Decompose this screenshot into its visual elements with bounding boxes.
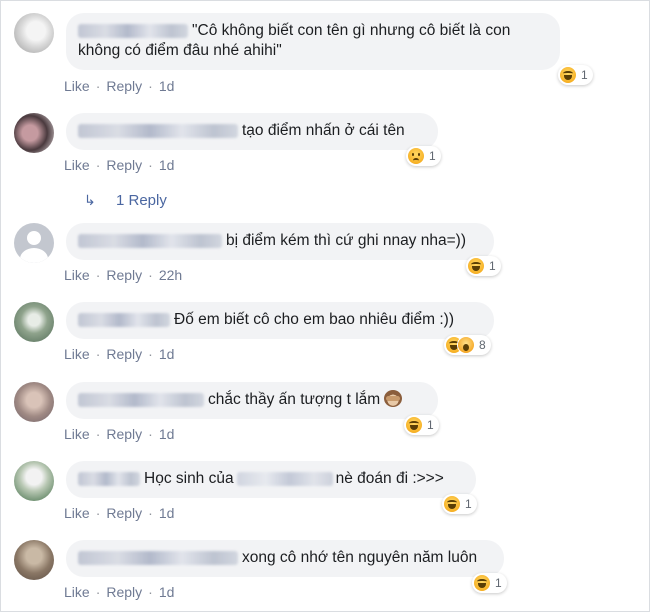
haha-reaction-icon [406, 417, 422, 433]
comment-bubble: xong cô nhớ tên nguyên năm luôn [66, 540, 504, 577]
reply-arrow-icon: ↳ [84, 192, 96, 208]
reaction-summary[interactable]: 1 [558, 65, 593, 85]
like-button[interactable]: Like [64, 505, 90, 521]
comment-actions: Like · Reply · 1d [64, 78, 174, 94]
comment-actions: Like · Reply · 1d [64, 505, 174, 521]
separator: · [95, 505, 101, 521]
comment-actions: Like · Reply · 1d [64, 584, 174, 600]
haha-reaction-icon [560, 67, 576, 83]
reaction-count: 1 [489, 259, 496, 273]
avatar[interactable] [14, 382, 54, 422]
comment-actions: Like · Reply · 1d [64, 157, 174, 173]
commenter-name-redacted[interactable] [78, 23, 188, 38]
timestamp[interactable]: 1d [159, 584, 175, 600]
reaction-count: 1 [429, 149, 436, 163]
reaction-summary[interactable]: 1 [406, 146, 441, 166]
comment-text: tạo điểm nhấn ở cái tên [242, 122, 405, 139]
avatar[interactable] [14, 13, 54, 53]
comment-text: bị điểm kém thì cứ ghi nnay nha=)) [226, 232, 466, 249]
comment-bubble: "Cô không biết con tên gì nhưng cô biết … [66, 13, 560, 70]
reaction-summary[interactable]: 8 [444, 335, 491, 355]
reply-button[interactable]: Reply [106, 426, 142, 442]
like-button[interactable]: Like [64, 426, 90, 442]
reply-button[interactable]: Reply [106, 346, 142, 362]
reaction-count: 1 [581, 68, 588, 82]
comment-text-suffix: nè đoán đi :>>> [335, 470, 444, 487]
mention-redacted[interactable] [236, 471, 333, 486]
haha-reaction-icon [468, 258, 484, 274]
avatar[interactable] [14, 540, 54, 580]
separator: · [148, 78, 153, 94]
avatar[interactable] [14, 461, 54, 501]
comment-text: xong cô nhớ tên nguyên năm luôn [242, 549, 478, 566]
timestamp[interactable]: 1d [159, 426, 175, 442]
separator: · [148, 267, 153, 283]
comment-bubble: bị điểm kém thì cứ ghi nnay nha=)) [66, 223, 494, 260]
timestamp[interactable]: 1d [159, 78, 175, 94]
haha-reaction-icon [474, 575, 490, 591]
comment-text: Đố em biết cô cho em bao nhiêu điểm :)) [174, 311, 454, 328]
comment-actions: Like · Reply · 1d [64, 426, 174, 442]
timestamp[interactable]: 1d [159, 505, 175, 521]
reply-button[interactable]: Reply [106, 78, 142, 94]
separator: · [95, 157, 101, 173]
commenter-name-redacted[interactable] [78, 123, 238, 138]
commenter-name-redacted[interactable] [78, 392, 204, 407]
separator: · [95, 426, 101, 442]
commenter-name-redacted[interactable] [78, 233, 222, 248]
comment-bubble: Học sinh của nè đoán đi :>>> [66, 461, 476, 498]
default-avatar-icon[interactable] [14, 223, 54, 263]
comment-bubble: Đố em biết cô cho em bao nhiêu điểm :)) [66, 302, 494, 339]
reply-button[interactable]: Reply [106, 267, 142, 283]
reaction-summary[interactable]: 1 [472, 573, 507, 593]
sad-reaction-icon [408, 148, 424, 164]
reply-button[interactable]: Reply [106, 584, 142, 600]
view-replies-label[interactable]: 1 Reply [116, 192, 167, 209]
separator: · [148, 426, 153, 442]
separator: · [148, 584, 153, 600]
separator: · [95, 78, 101, 94]
like-button[interactable]: Like [64, 584, 90, 600]
reaction-count: 1 [465, 497, 472, 511]
comment-bubble: chắc thầy ấn tượng t lắm [66, 382, 438, 419]
separator: · [95, 346, 101, 362]
avatar[interactable] [14, 302, 54, 342]
timestamp[interactable]: 1d [159, 346, 175, 362]
comment-text: chắc thầy ấn tượng t lắm [208, 391, 381, 408]
separator: · [148, 346, 153, 362]
timestamp[interactable]: 1d [159, 157, 175, 173]
separator: · [95, 584, 101, 600]
like-button[interactable]: Like [64, 346, 90, 362]
like-button[interactable]: Like [64, 267, 90, 283]
reaction-summary[interactable]: 1 [442, 494, 477, 514]
comment-actions: Like · Reply · 1d [64, 346, 174, 362]
view-replies-link[interactable]: ↳ 1 Reply [84, 192, 167, 209]
reaction-summary[interactable]: 1 [466, 256, 501, 276]
separator: · [95, 267, 101, 283]
commenter-name-redacted[interactable] [78, 312, 170, 327]
like-button[interactable]: Like [64, 78, 90, 94]
reaction-count: 1 [495, 576, 502, 590]
comment-bubble: tạo điểm nhấn ở cái tên [66, 113, 438, 150]
wow-reaction-icon [458, 337, 474, 353]
separator: · [148, 157, 153, 173]
haha-reaction-icon [444, 496, 460, 512]
timestamp[interactable]: 22h [159, 267, 182, 283]
see-no-evil-monkey-icon [384, 390, 403, 407]
separator: · [148, 505, 153, 521]
reaction-summary[interactable]: 1 [404, 415, 439, 435]
reply-button[interactable]: Reply [106, 157, 142, 173]
comment-text-prefix: Học sinh của [144, 470, 234, 487]
reaction-count: 1 [427, 418, 434, 432]
like-button[interactable]: Like [64, 157, 90, 173]
commenter-name-redacted[interactable] [78, 471, 140, 486]
comment-actions: Like · Reply · 22h [64, 267, 182, 283]
avatar[interactable] [14, 113, 54, 153]
reply-button[interactable]: Reply [106, 505, 142, 521]
reaction-count: 8 [479, 338, 486, 352]
commenter-name-redacted[interactable] [78, 550, 238, 565]
